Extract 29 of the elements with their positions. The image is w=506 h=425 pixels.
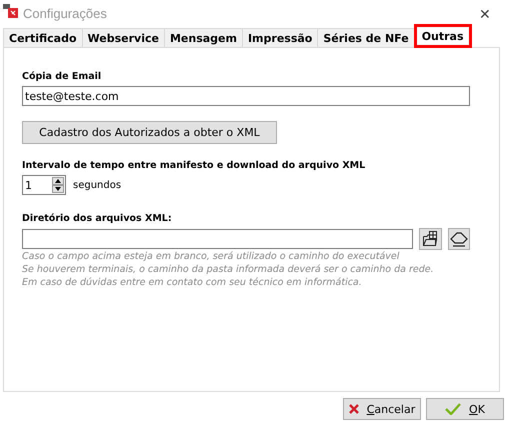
cancel-button[interactable]: Cancelar bbox=[343, 398, 421, 420]
clear-button[interactable] bbox=[448, 228, 470, 250]
close-icon bbox=[348, 404, 359, 414]
unit-label: segundos bbox=[73, 180, 122, 190]
down-arrow-icon[interactable] bbox=[52, 185, 64, 193]
tab[interactable]: Impressão bbox=[242, 28, 318, 47]
folder-button[interactable] bbox=[419, 228, 442, 250]
tab[interactable]: Certificado bbox=[3, 28, 83, 47]
window-title: Configurações bbox=[23, 6, 107, 21]
ok-button[interactable]: OK bbox=[426, 398, 504, 420]
tab[interactable]: Webservice bbox=[82, 28, 165, 47]
tab[interactable]: Séries de NFe bbox=[317, 28, 415, 47]
email-field[interactable]: teste@teste.com bbox=[22, 86, 470, 106]
hint-text: Se houverem terminais, o caminho da pasta informada deverá ser o caminho da rede. bbox=[22, 263, 435, 276]
directory-field[interactable] bbox=[22, 229, 413, 249]
checkmark-icon bbox=[445, 403, 462, 415]
field-label: Diretório dos arquivos XML: bbox=[22, 213, 173, 225]
app-logo-icon bbox=[3, 2, 19, 18]
tab[interactable]: Mensagem bbox=[164, 28, 243, 47]
folder-plus-icon bbox=[422, 231, 438, 247]
hint-text: Caso o campo acima esteja em branco, será utilizado o caminho do executável bbox=[22, 250, 400, 263]
field-label: Cópia de Email bbox=[22, 71, 102, 83]
field-label: Intervalo de tempo entre manifesto e download do arquivo XML bbox=[22, 160, 366, 172]
eraser-icon bbox=[450, 231, 468, 247]
hint-text: Em caso de dúvidas entre em contato com seu técnico em informática. bbox=[22, 276, 363, 289]
tab[interactable]: Outras bbox=[414, 24, 472, 48]
close-button[interactable]: ✕ bbox=[470, 6, 500, 22]
authorized-button[interactable]: Cadastro dos Autorizados a obter o XML bbox=[22, 121, 277, 144]
up-arrow-icon[interactable] bbox=[52, 177, 64, 185]
